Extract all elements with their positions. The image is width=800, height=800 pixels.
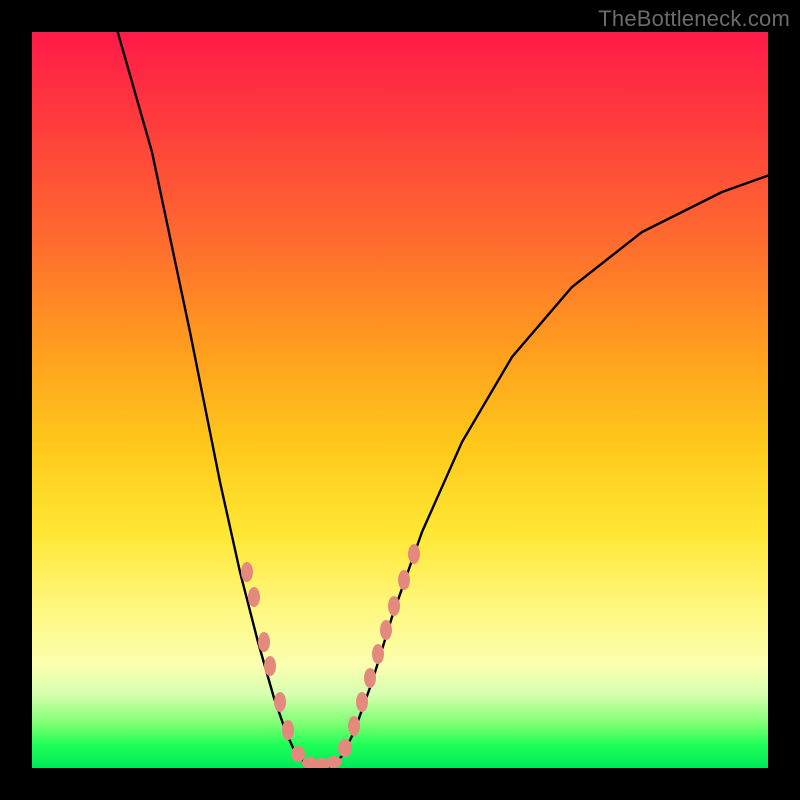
- curve-marker: [264, 656, 276, 676]
- curve-marker: [408, 544, 420, 564]
- curve-path: [112, 32, 768, 766]
- curve-marker: [282, 720, 294, 740]
- curve-marker: [388, 596, 400, 616]
- curve-marker: [326, 756, 342, 768]
- curve-marker: [241, 562, 253, 582]
- curve-marker: [398, 570, 410, 590]
- curve-marker: [348, 716, 360, 736]
- curve-marker: [274, 692, 286, 712]
- curve-marker: [380, 620, 392, 640]
- plot-area: [32, 32, 768, 768]
- bottleneck-curve: [32, 32, 768, 768]
- watermark-text: TheBottleneck.com: [598, 6, 790, 32]
- curve-markers: [241, 544, 420, 768]
- curve-marker: [248, 587, 260, 607]
- curve-marker: [338, 739, 352, 757]
- curve-marker: [291, 746, 305, 762]
- curve-marker: [364, 668, 376, 688]
- curve-marker: [356, 692, 368, 712]
- curve-marker: [372, 644, 384, 664]
- chart-frame: TheBottleneck.com: [0, 0, 800, 800]
- curve-marker: [258, 632, 270, 652]
